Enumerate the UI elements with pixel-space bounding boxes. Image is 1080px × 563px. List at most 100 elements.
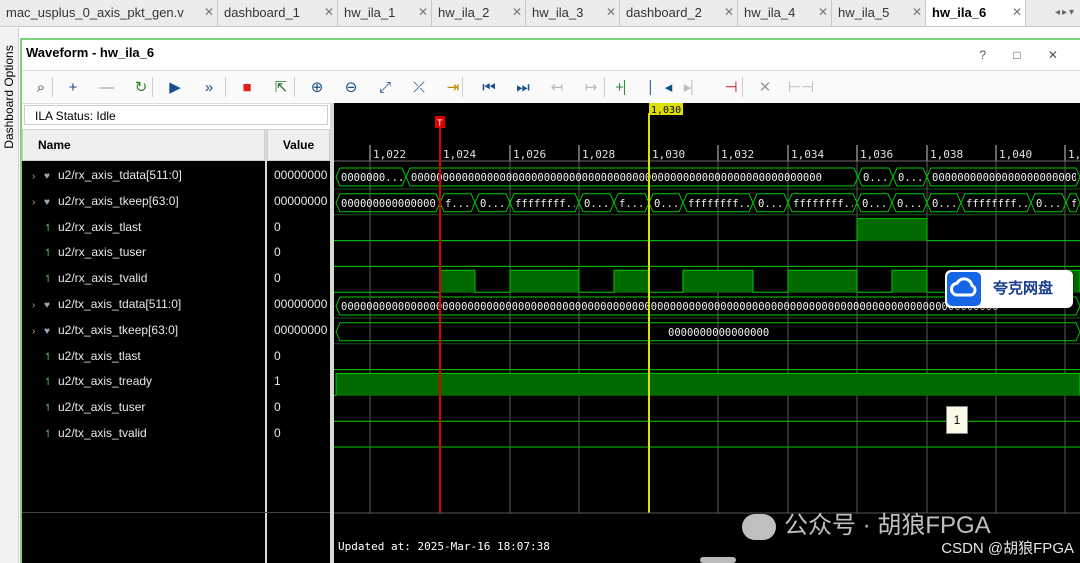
dashboard-options-side-tab[interactable]: Dashboard Options <box>0 28 19 563</box>
bus-value-label: 0... <box>1036 198 1061 210</box>
bus-value-label: ffffffff... <box>515 198 585 210</box>
name-column-header[interactable]: Name <box>22 129 265 161</box>
signal-name: u2/tx_axis_tdata[511:0] <box>58 297 182 311</box>
marker-icon[interactable]: ⇥ <box>440 74 466 100</box>
tab-label: hw_ila_3 <box>532 5 584 20</box>
bus-value-label: ffffffff... <box>966 198 1036 210</box>
expand-chevron-icon[interactable]: › <box>32 295 44 317</box>
cursor-to-marker-icon[interactable]: ⤫ <box>406 74 432 100</box>
bus-value-label: f... <box>619 198 644 210</box>
tab-label: hw_ila_4 <box>744 5 796 20</box>
tab-hw-ila-5[interactable]: hw_ila_5 ✕ <box>832 0 926 26</box>
signal-row[interactable]: ↿ u2/rx_axis_tvalid <box>22 267 147 289</box>
prev-marker-icon[interactable]: ⎸◂ <box>648 74 674 100</box>
expand-chevron-icon[interactable]: › <box>32 321 44 343</box>
window-controls[interactable]: ? □ ✕ <box>979 48 1070 62</box>
horizontal-scrollbar[interactable] <box>700 557 736 563</box>
signal-row[interactable]: › ♥ u2/tx_axis_tdata[511:0] <box>22 293 181 315</box>
next-marker-icon[interactable]: ▸⎸ <box>682 74 708 100</box>
stop-icon[interactable]: ■ <box>234 74 260 100</box>
quark-drive-badge[interactable]: 夸克网盘 <box>945 270 1073 308</box>
close-icon[interactable]: ✕ <box>1012 0 1022 25</box>
tab-hw-ila-2[interactable]: hw_ila_2 ✕ <box>432 0 526 26</box>
close-icon[interactable]: ✕ <box>324 0 334 25</box>
close-icon[interactable]: ✕ <box>418 0 428 25</box>
signal-value-list: 00000000 00000000 0 0 0 00000000 00000000 0 1 0 0 <box>267 161 330 563</box>
plus-icon[interactable]: + <box>60 74 86 100</box>
editor-tab-bar: mac_usplus_0_axis_pkt_gen.v ✕ dashboard_1 ✕… <box>0 0 1080 27</box>
signal-name: u2/tx_axis_tvalid <box>58 426 147 440</box>
signal-row[interactable]: › ♥ u2/rx_axis_tdata[511:0] <box>22 164 182 186</box>
tab-dashboard-2[interactable]: dashboard_2 ✕ <box>620 0 738 26</box>
bus-value-label: 0... <box>654 198 679 210</box>
close-icon[interactable]: ✕ <box>606 0 616 25</box>
signal-value: 0 <box>274 400 281 415</box>
close-icon[interactable]: ✕ <box>912 0 922 25</box>
signal-row[interactable]: ↿ u2/tx_axis_tuser <box>22 396 145 418</box>
tick-label: 1,030 <box>652 148 685 161</box>
tab-dashboard-1[interactable]: dashboard_1 ✕ <box>218 0 338 26</box>
signal-row[interactable]: ↿ u2/tx_axis_tready <box>22 370 152 392</box>
close-icon[interactable]: ✕ <box>724 0 734 25</box>
waveform-canvas[interactable]: 1,022 1,024 1,026 1,028 1,030 1,032 1,034 1,036… <box>334 103 1080 563</box>
zoom-fit-icon[interactable]: ⤢ <box>372 74 398 100</box>
zoom-in-icon[interactable]: ⊕ <box>304 74 330 100</box>
signal-row[interactable]: ↿ u2/tx_axis_tlast <box>22 345 141 367</box>
signal-row[interactable]: › ♥ u2/tx_axis_tkeep[63:0] <box>22 319 178 341</box>
value-column-header[interactable]: Value <box>267 129 330 161</box>
expand-chevron-icon[interactable]: › <box>32 166 44 188</box>
close-icon[interactable]: ✕ <box>512 0 522 25</box>
tab-hw-ila-1[interactable]: hw_ila_1 ✕ <box>338 0 432 26</box>
signal-row[interactable]: ↿ u2/rx_axis_tlast <box>22 216 141 238</box>
delete-marker-icon[interactable]: ✕ <box>752 74 778 100</box>
tab-label: hw_ila_2 <box>438 5 490 20</box>
wire-signal-icon: ↿ <box>44 403 53 415</box>
signal-row[interactable]: ↿ u2/rx_axis_tuser <box>22 241 146 263</box>
bus-value-label: ffffffff... <box>688 198 758 210</box>
high-fill <box>614 270 649 293</box>
go-to-start-icon[interactable]: ⏮ <box>476 74 502 100</box>
bus-value-label: f... <box>445 198 470 210</box>
snap-icon[interactable]: ⊢⊣ <box>788 74 814 100</box>
wechat-icon <box>742 513 776 540</box>
run-icon[interactable]: ▶ <box>162 74 188 100</box>
tab-hw-ila-4[interactable]: hw_ila_4 ✕ <box>738 0 832 26</box>
signal-name: u2/tx_axis_tkeep[63:0] <box>58 322 179 337</box>
export-icon[interactable]: ⇱ <box>268 74 294 100</box>
bus-value-label: 0... <box>480 198 505 210</box>
high-fill <box>336 373 1080 396</box>
add-marker-icon[interactable]: +⎸ <box>614 74 640 100</box>
tab-hw-ila-3[interactable]: hw_ila_3 ✕ <box>526 0 620 26</box>
tab-scroll-icon[interactable]: ◂▸▾ <box>1050 0 1080 26</box>
signal-row[interactable]: › ♥ u2/rx_axis_tkeep[63:0] <box>22 190 179 212</box>
expand-chevron-icon[interactable]: › <box>32 192 44 214</box>
next-transition-icon[interactable]: ↦ <box>578 74 604 100</box>
tab-label: hw_ila_6 <box>932 5 987 20</box>
go-to-end-icon[interactable]: ⏭ <box>510 74 536 100</box>
zoom-out-icon[interactable]: ⊖ <box>338 74 364 100</box>
signal-value: 00000000 <box>274 193 328 208</box>
bus-value-label: 0000000000000000 <box>341 198 442 210</box>
high-fill <box>683 270 753 293</box>
wire-signal-icon: ↿ <box>44 222 53 234</box>
tick-label: 1,038 <box>930 148 963 161</box>
toolbar-separator <box>604 77 605 97</box>
minus-icon[interactable]: — <box>94 74 120 100</box>
tab-hw-ila-6[interactable]: hw_ila_6 ✕ <box>926 0 1026 26</box>
fast-forward-icon[interactable]: » <box>196 74 222 100</box>
wire-signal-icon: ↿ <box>44 429 53 440</box>
close-icon[interactable]: ✕ <box>818 0 828 25</box>
bus-value-label: 0... <box>758 198 783 210</box>
search-icon[interactable]: ⌕ <box>28 74 54 100</box>
signal-row[interactable]: ↿ u2/tx_axis_tvalid <box>22 422 147 444</box>
prev-transition-icon[interactable]: ↤ <box>544 74 570 100</box>
tick-label: 1,022 <box>373 148 406 161</box>
column-divider[interactable] <box>265 129 267 563</box>
refresh-icon[interactable]: ↻ <box>128 74 154 100</box>
swap-cursor-icon[interactable]: ⊣ <box>718 74 744 100</box>
signal-name: u2/tx_axis_tlast <box>58 348 141 363</box>
tab-mac-usplus-0-axis-pkt-gen-v[interactable]: mac_usplus_0_axis_pkt_gen.v ✕ <box>0 0 218 26</box>
close-icon[interactable]: ✕ <box>204 0 214 25</box>
window-title: Waveform - hw_ila_6 <box>26 45 155 60</box>
bus-signal-icon: ♥ <box>44 325 50 337</box>
